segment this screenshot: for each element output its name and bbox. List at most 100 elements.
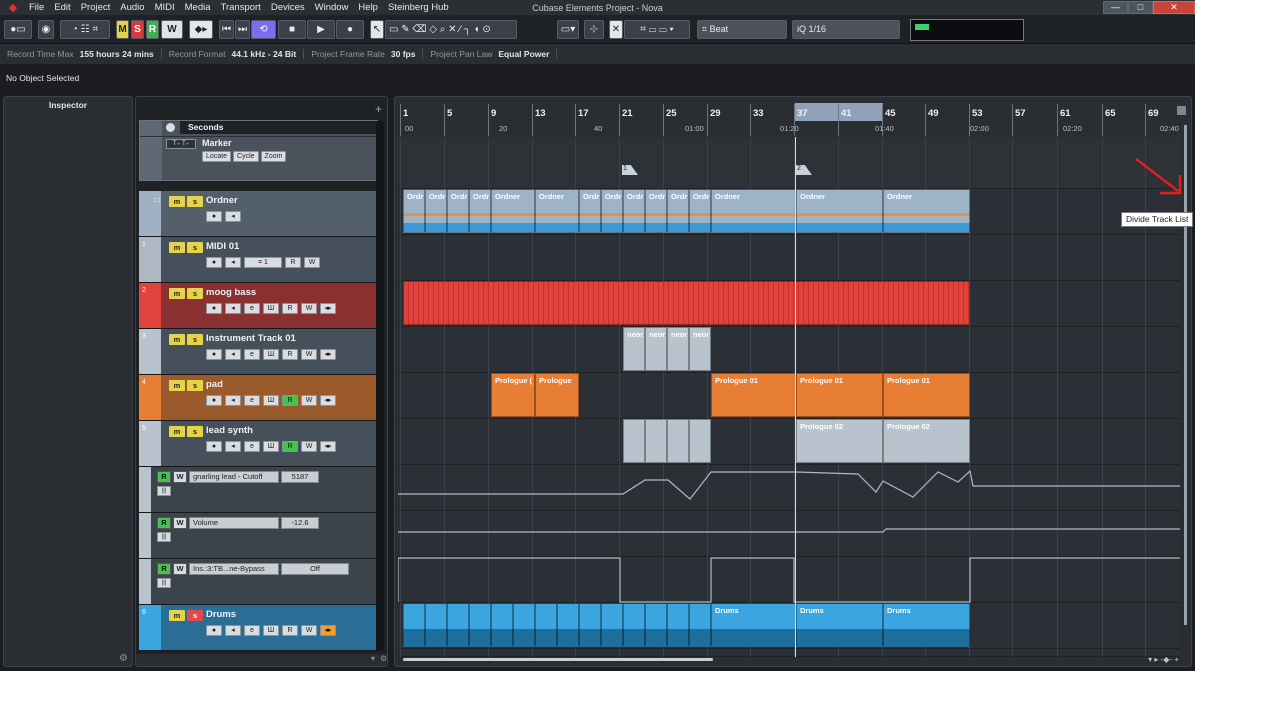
read-automation-button[interactable]: R <box>282 395 298 406</box>
write-automation-button[interactable]: W <box>301 303 317 314</box>
edit-icon[interactable]: e <box>244 395 260 406</box>
automation-value[interactable]: Off <box>281 563 349 575</box>
automation-parameter-name[interactable]: gnarling lead - Cutoff <box>189 471 279 483</box>
read-automation-button[interactable]: R <box>282 349 298 360</box>
track-instrument-01[interactable]: 3 m s Instrument Track 01 ● ◂ e Ш R W ◂▸ <box>139 329 378 375</box>
automation-lane-bypass[interactable]: R W Ins.:3:TB...ne-Bypass Off ||| <box>139 559 378 605</box>
menu-midi[interactable]: MIDI <box>150 0 180 15</box>
menu-window[interactable]: Window <box>310 0 354 15</box>
menu-media[interactable]: Media <box>180 0 216 15</box>
read-automation-button[interactable]: R <box>285 257 301 268</box>
track-lead-synth[interactable]: 5 m s lead synth ● ◂ e Ш R W ◂▸ <box>139 421 378 467</box>
track-ordner[interactable]: ▭ m s Ordner ● ◂ <box>139 191 378 237</box>
solo-button[interactable]: s <box>187 196 203 207</box>
track-name[interactable]: Ordner <box>206 195 238 206</box>
locate-button[interactable]: Locate <box>202 151 232 162</box>
window-layout-buttons[interactable]: ◔ ☷ ⌗ <box>60 20 110 39</box>
track-pad[interactable]: 4 m s pad ● ◂ e Ш R W ◂▸ <box>139 375 378 421</box>
go-to-start-icon[interactable]: ⏮ <box>219 20 234 39</box>
play-button[interactable]: ▶ <box>307 20 335 39</box>
read-automation-button[interactable]: R <box>157 517 171 529</box>
activate-project-button[interactable]: ●▭ <box>4 20 32 39</box>
frame-rate-label[interactable]: Project Frame Rate <box>304 49 385 59</box>
record-button[interactable]: ● <box>336 20 364 39</box>
automation-mode-icon[interactable]: ||| <box>157 486 171 496</box>
automation-mode-icon[interactable]: ||| <box>157 578 171 588</box>
track-name[interactable]: lead synth <box>206 425 253 436</box>
instrument-icon[interactable]: Ш <box>263 395 279 406</box>
track-midi-01[interactable]: 1 m s MIDI 01 ● ◂ ⌗ 1 R W <box>139 237 378 283</box>
automation-mode-button[interactable]: ◆▸ <box>189 20 213 39</box>
mute-button[interactable]: m <box>169 380 185 391</box>
menu-transport[interactable]: Transport <box>216 0 266 15</box>
cycle-range[interactable] <box>795 103 883 121</box>
record-enable-icon[interactable]: ● <box>206 303 222 314</box>
vertical-scrollbar[interactable] <box>1184 125 1187 625</box>
menu-steinberg-hub[interactable]: Steinberg Hub <box>383 0 454 15</box>
automation-lane-volume[interactable]: R W Volume -12.6 ||| <box>139 513 378 559</box>
write-automation-button[interactable]: W <box>304 257 320 268</box>
project-event-display[interactable]: 1 5 9 13 17 21 25 29 33 37 41 45 49 53 57 61 65 69 00 20 40 0… <box>394 96 1192 667</box>
write-automation-button[interactable]: W <box>301 395 317 406</box>
mute-button[interactable]: m <box>169 610 185 621</box>
lanes-icon[interactable]: ◂▸ <box>320 303 336 314</box>
read-automation-button[interactable]: R <box>157 563 171 575</box>
record-enable-icon[interactable]: ● <box>206 441 222 452</box>
go-to-end-icon[interactable]: ⏭ <box>235 20 250 39</box>
automation-value[interactable]: -12.6 <box>281 517 319 529</box>
automation-value[interactable]: 5187 <box>281 471 319 483</box>
menu-project[interactable]: Project <box>76 0 116 15</box>
write-automation-button[interactable]: W <box>173 471 187 483</box>
write-automation-button[interactable]: W <box>301 625 317 636</box>
menu-file[interactable]: File <box>24 0 49 15</box>
solo-button[interactable]: s <box>187 610 203 621</box>
monitor-icon[interactable]: ◂ <box>225 441 241 452</box>
cycle-marker-button[interactable]: Cycle <box>233 151 259 162</box>
menu-devices[interactable]: Devices <box>266 0 310 15</box>
track-name[interactable]: MIDI 01 <box>206 241 239 252</box>
write-automation-button[interactable]: W <box>173 563 187 575</box>
automation-curve[interactable] <box>398 557 1180 603</box>
track-name[interactable]: moog bass <box>206 287 256 298</box>
record-enable-icon[interactable]: ● <box>206 211 222 222</box>
mute-button[interactable]: m <box>169 196 185 207</box>
record-format-label[interactable]: Record Format <box>162 49 226 59</box>
write-automation-button[interactable]: W <box>301 349 317 360</box>
minimize-button[interactable]: — <box>1103 1 1128 14</box>
read-automation-button[interactable]: R <box>157 471 171 483</box>
project-cursor[interactable] <box>795 137 796 657</box>
lanes-icon[interactable]: ◂▸ <box>320 625 336 636</box>
monitor-icon[interactable]: ◂ <box>225 257 241 268</box>
instrument-icon[interactable]: Ш <box>263 349 279 360</box>
event-lanes[interactable]: 1 2 Ordr Ordr Ordr Ordr Ordner Ordner Ordr Ordr Or… <box>398 137 1180 657</box>
read-all-button[interactable]: R <box>146 20 159 39</box>
menu-audio[interactable]: Audio <box>115 0 149 15</box>
track-name[interactable]: Drums <box>206 609 236 620</box>
snap-on-button[interactable]: ✕ <box>609 20 623 39</box>
automation-parameter-name[interactable]: Volume <box>189 517 279 529</box>
solo-button[interactable]: s <box>187 380 203 391</box>
gear-icon[interactable]: ⚙ <box>119 653 128 664</box>
scroll-down-icon[interactable]: ▾ <box>371 654 375 663</box>
grid-type-select[interactable]: ⌗ Beat <box>697 20 787 39</box>
lanes-icon[interactable]: ◂▸ <box>320 395 336 406</box>
solo-button[interactable]: s <box>187 334 203 345</box>
maximize-button[interactable]: □ <box>1128 1 1153 14</box>
automation-mode-icon[interactable]: ||| <box>157 532 171 542</box>
automation-curve[interactable] <box>398 469 1180 500</box>
read-automation-button[interactable]: R <box>282 625 298 636</box>
solo-button[interactable]: s <box>187 288 203 299</box>
edit-icon[interactable]: e <box>244 625 260 636</box>
marker-visibility-button[interactable]: T₊ T₊ <box>166 139 196 149</box>
monitor-icon[interactable]: ◂ <box>225 395 241 406</box>
lanes-icon[interactable]: ◂▸ <box>320 349 336 360</box>
tool-buttons[interactable]: ▭ ✎ ⌫ ◇ ⌕ ✕ ∕ ┐ ◖ ⊙ <box>385 20 517 39</box>
monitor-icon[interactable]: ◂ <box>225 303 241 314</box>
monitor-icon[interactable]: ◂ <box>225 625 241 636</box>
edit-icon[interactable]: e <box>244 349 260 360</box>
zoom-controls[interactable]: ▾ ▸ -◆- + <box>1148 655 1179 664</box>
snap-icon[interactable]: ⊹ <box>584 20 604 39</box>
record-enable-icon[interactable]: ● <box>206 349 222 360</box>
record-time-label[interactable]: Record Time Max <box>0 49 74 59</box>
quantize-select[interactable]: iQ 1/16 <box>792 20 900 39</box>
